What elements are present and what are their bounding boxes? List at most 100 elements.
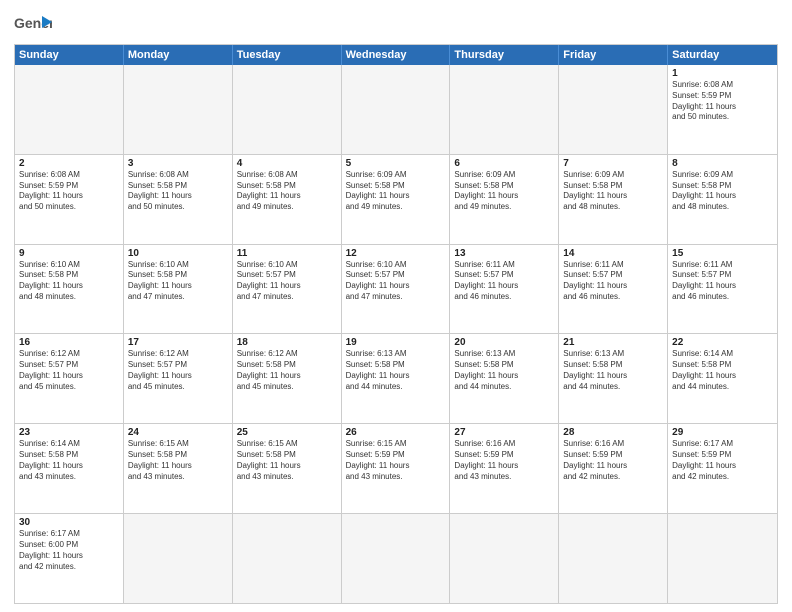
day-number: 8 <box>672 158 773 169</box>
day-number: 3 <box>128 158 228 169</box>
day-info: Sunrise: 6:10 AM Sunset: 5:58 PM Dayligh… <box>128 260 228 303</box>
day-info: Sunrise: 6:16 AM Sunset: 5:59 PM Dayligh… <box>563 439 663 482</box>
calendar-cell-r1-c4: 6Sunrise: 6:09 AM Sunset: 5:58 PM Daylig… <box>450 155 559 244</box>
day-number: 17 <box>128 337 228 348</box>
day-info: Sunrise: 6:13 AM Sunset: 5:58 PM Dayligh… <box>346 349 446 392</box>
calendar-row-2: 9 Sunrise: 6:10 AM Sunset: 5:58 PM Daylig… <box>15 244 777 334</box>
logo-icon: General <box>14 14 52 36</box>
calendar-cell-r4-c3: 26Sunrise: 6:15 AM Sunset: 5:59 PM Dayli… <box>342 424 451 513</box>
day-info: Sunrise: 6:15 AM Sunset: 5:58 PM Dayligh… <box>128 439 228 482</box>
calendar-body: 1 Sunrise: 6:08 AM Sunset: 5:59 PM Daylig… <box>15 65 777 603</box>
calendar-cell-r4-c0: 23Sunrise: 6:14 AM Sunset: 5:58 PM Dayli… <box>15 424 124 513</box>
calendar-cell-r4-c6: 29Sunrise: 6:17 AM Sunset: 5:59 PM Dayli… <box>668 424 777 513</box>
day-info: Sunrise: 6:09 AM Sunset: 5:58 PM Dayligh… <box>454 170 554 213</box>
calendar-cell-r1-c5: 7Sunrise: 6:09 AM Sunset: 5:58 PM Daylig… <box>559 155 668 244</box>
calendar-row-3: 16Sunrise: 6:12 AM Sunset: 5:57 PM Dayli… <box>15 333 777 423</box>
calendar-cell-r3-c3: 19Sunrise: 6:13 AM Sunset: 5:58 PM Dayli… <box>342 334 451 423</box>
day-number: 14 <box>563 248 663 259</box>
calendar-cell-r5-c0: 30Sunrise: 6:17 AM Sunset: 6:00 PM Dayli… <box>15 514 124 603</box>
header-day-friday: Friday <box>559 45 668 65</box>
calendar-cell-r3-c2: 18Sunrise: 6:12 AM Sunset: 5:58 PM Dayli… <box>233 334 342 423</box>
day-number: 6 <box>454 158 554 169</box>
calendar-cell-r0-c0 <box>15 65 124 154</box>
day-info: Sunrise: 6:15 AM Sunset: 5:59 PM Dayligh… <box>346 439 446 482</box>
calendar-cell-r0-c3 <box>342 65 451 154</box>
logo: General <box>14 10 52 38</box>
day-number: 4 <box>237 158 337 169</box>
day-number: 5 <box>346 158 446 169</box>
day-number: 23 <box>19 427 119 438</box>
calendar-cell-r2-c5: 14Sunrise: 6:11 AM Sunset: 5:57 PM Dayli… <box>559 245 668 334</box>
calendar-cell-r3-c4: 20Sunrise: 6:13 AM Sunset: 5:58 PM Dayli… <box>450 334 559 423</box>
day-number: 10 <box>128 248 228 259</box>
day-info: Sunrise: 6:08 AM Sunset: 5:58 PM Dayligh… <box>237 170 337 213</box>
day-info: Sunrise: 6:08 AM Sunset: 5:59 PM Dayligh… <box>19 170 119 213</box>
day-info: Sunrise: 6:11 AM Sunset: 5:57 PM Dayligh… <box>672 260 773 303</box>
calendar-row-1: 2Sunrise: 6:08 AM Sunset: 5:59 PM Daylig… <box>15 154 777 244</box>
header: General <box>14 10 778 38</box>
header-day-wednesday: Wednesday <box>342 45 451 65</box>
calendar-cell-r0-c2 <box>233 65 342 154</box>
day-number: 28 <box>563 427 663 438</box>
day-info: Sunrise: 6:08 AM Sunset: 5:58 PM Dayligh… <box>128 170 228 213</box>
day-number: 13 <box>454 248 554 259</box>
calendar-cell-r1-c0: 2Sunrise: 6:08 AM Sunset: 5:59 PM Daylig… <box>15 155 124 244</box>
day-info: Sunrise: 6:09 AM Sunset: 5:58 PM Dayligh… <box>672 170 773 213</box>
day-number: 12 <box>346 248 446 259</box>
calendar-cell-r5-c2 <box>233 514 342 603</box>
day-number: 19 <box>346 337 446 348</box>
calendar-cell-r4-c2: 25Sunrise: 6:15 AM Sunset: 5:58 PM Dayli… <box>233 424 342 513</box>
calendar-cell-r5-c4 <box>450 514 559 603</box>
day-number: 20 <box>454 337 554 348</box>
header-day-sunday: Sunday <box>15 45 124 65</box>
calendar-cell-r3-c6: 22Sunrise: 6:14 AM Sunset: 5:58 PM Dayli… <box>668 334 777 423</box>
day-number: 2 <box>19 158 119 169</box>
day-info: Sunrise: 6:16 AM Sunset: 5:59 PM Dayligh… <box>454 439 554 482</box>
day-info: Sunrise: 6:17 AM Sunset: 6:00 PM Dayligh… <box>19 529 119 572</box>
day-info: Sunrise: 6:12 AM Sunset: 5:58 PM Dayligh… <box>237 349 337 392</box>
day-number: 24 <box>128 427 228 438</box>
day-number: 16 <box>19 337 119 348</box>
day-number: 29 <box>672 427 773 438</box>
day-info: Sunrise: 6:12 AM Sunset: 5:57 PM Dayligh… <box>19 349 119 392</box>
day-info: Sunrise: 6:11 AM Sunset: 5:57 PM Dayligh… <box>454 260 554 303</box>
day-info: Sunrise: 6:10 AM Sunset: 5:57 PM Dayligh… <box>237 260 337 303</box>
day-info: Sunrise: 6:12 AM Sunset: 5:57 PM Dayligh… <box>128 349 228 392</box>
calendar-cell-r4-c4: 27Sunrise: 6:16 AM Sunset: 5:59 PM Dayli… <box>450 424 559 513</box>
calendar-cell-r2-c0: 9Sunrise: 6:10 AM Sunset: 5:58 PM Daylig… <box>15 245 124 334</box>
header-day-saturday: Saturday <box>668 45 777 65</box>
calendar-cell-r3-c1: 17Sunrise: 6:12 AM Sunset: 5:57 PM Dayli… <box>124 334 233 423</box>
day-info: Sunrise: 6:14 AM Sunset: 5:58 PM Dayligh… <box>19 439 119 482</box>
calendar-cell-r0-c4 <box>450 65 559 154</box>
calendar: SundayMondayTuesdayWednesdayThursdayFrid… <box>14 44 778 604</box>
day-info: Sunrise: 6:13 AM Sunset: 5:58 PM Dayligh… <box>563 349 663 392</box>
calendar-cell-r4-c5: 28Sunrise: 6:16 AM Sunset: 5:59 PM Dayli… <box>559 424 668 513</box>
calendar-cell-r0-c6: 1Sunrise: 6:08 AM Sunset: 5:59 PM Daylig… <box>668 65 777 154</box>
calendar-cell-r0-c5 <box>559 65 668 154</box>
calendar-cell-r2-c2: 11Sunrise: 6:10 AM Sunset: 5:57 PM Dayli… <box>233 245 342 334</box>
day-info: Sunrise: 6:09 AM Sunset: 5:58 PM Dayligh… <box>563 170 663 213</box>
day-number: 1 <box>672 68 773 79</box>
day-number: 22 <box>672 337 773 348</box>
calendar-cell-r1-c3: 5Sunrise: 6:09 AM Sunset: 5:58 PM Daylig… <box>342 155 451 244</box>
day-number: 27 <box>454 427 554 438</box>
calendar-cell-r5-c1 <box>124 514 233 603</box>
calendar-cell-r3-c0: 16Sunrise: 6:12 AM Sunset: 5:57 PM Dayli… <box>15 334 124 423</box>
day-number: 26 <box>346 427 446 438</box>
day-number: 30 <box>19 517 119 528</box>
calendar-cell-r2-c6: 15Sunrise: 6:11 AM Sunset: 5:57 PM Dayli… <box>668 245 777 334</box>
day-info: Sunrise: 6:17 AM Sunset: 5:59 PM Dayligh… <box>672 439 773 482</box>
calendar-row-5: 30Sunrise: 6:17 AM Sunset: 6:00 PM Dayli… <box>15 513 777 603</box>
calendar-cell-r2-c3: 12Sunrise: 6:10 AM Sunset: 5:57 PM Dayli… <box>342 245 451 334</box>
day-info: Sunrise: 6:11 AM Sunset: 5:57 PM Dayligh… <box>563 260 663 303</box>
day-info: Sunrise: 6:14 AM Sunset: 5:58 PM Dayligh… <box>672 349 773 392</box>
day-info: Sunrise: 6:13 AM Sunset: 5:58 PM Dayligh… <box>454 349 554 392</box>
header-day-monday: Monday <box>124 45 233 65</box>
calendar-cell-r0-c1 <box>124 65 233 154</box>
calendar-cell-r1-c2: 4Sunrise: 6:08 AM Sunset: 5:58 PM Daylig… <box>233 155 342 244</box>
header-day-thursday: Thursday <box>450 45 559 65</box>
day-number: 9 <box>19 248 119 259</box>
calendar-header: SundayMondayTuesdayWednesdayThursdayFrid… <box>15 45 777 65</box>
day-number: 21 <box>563 337 663 348</box>
day-info: Sunrise: 6:15 AM Sunset: 5:58 PM Dayligh… <box>237 439 337 482</box>
